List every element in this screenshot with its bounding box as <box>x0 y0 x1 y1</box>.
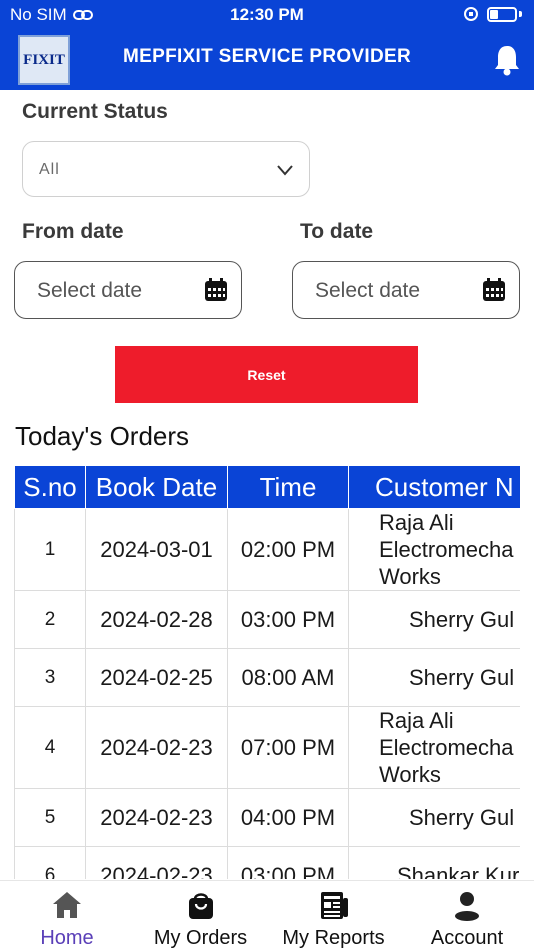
to-date-label: To date <box>300 220 374 243</box>
nav-account-label: Account <box>430 927 504 949</box>
shopping-bag-icon <box>188 893 213 919</box>
clock: 12:30 PM <box>230 5 304 24</box>
to-date-placeholder: Select date <box>315 279 421 302</box>
cell-customer: Sherry Gul <box>348 788 520 847</box>
nav-account[interactable]: Account <box>400 881 534 950</box>
cell-time: 07:00 PM <box>227 706 349 789</box>
nav-my-reports[interactable]: My Reports <box>267 881 400 950</box>
nav-my-orders[interactable]: My Orders <box>134 881 267 950</box>
column-header-book-date[interactable]: Book Date <box>85 465 228 509</box>
cell-time: 02:00 PM <box>227 508 349 591</box>
cell-sno: 4 <box>14 706 86 789</box>
calendar-icon <box>483 278 505 301</box>
from-date-label: From date <box>22 220 124 243</box>
cell-date: 2024-02-23 <box>85 788 228 847</box>
from-date-placeholder: Select date <box>37 279 143 302</box>
column-header-customer[interactable]: Customer N <box>348 465 520 509</box>
current-status-label: Current Status <box>22 100 168 123</box>
orders-table: S.no Book Date Time Customer N 1 2024-03… <box>14 465 520 879</box>
table-row[interactable]: 3 2024-02-25 08:00 AM Sherry Gul <box>14 648 520 707</box>
bell-icon[interactable] <box>492 44 522 76</box>
nav-home[interactable]: Home <box>0 881 134 950</box>
cell-customer: Shankar Kur <box>348 846 520 879</box>
cell-date: 2024-02-28 <box>85 590 228 649</box>
column-header-sno[interactable]: S.no <box>14 465 86 509</box>
app-title: MEPFIXIT SERVICE PROVIDER <box>123 46 411 67</box>
cell-sno: 2 <box>14 590 86 649</box>
table-header-row: S.no Book Date Time Customer N <box>14 465 520 509</box>
cell-time: 04:00 PM <box>227 788 349 847</box>
cell-customer: Raja Ali Electromecha Works <box>348 706 520 789</box>
status-dropdown[interactable]: All <box>22 141 310 197</box>
status-bar: No SIM 12:30 PM <box>0 0 534 30</box>
bottom-nav: Home My Orders My Reports Account <box>0 880 534 950</box>
cell-customer: Sherry Gul <box>348 590 520 649</box>
cell-date: 2024-02-25 <box>85 648 228 707</box>
status-dropdown-value: All <box>39 161 60 178</box>
nav-my-reports-label: My Reports <box>282 927 385 949</box>
cell-customer: Raja Ali Electromecha Works <box>348 508 520 591</box>
reset-button[interactable]: Reset <box>115 346 418 403</box>
battery-icon <box>487 6 517 22</box>
nav-home-label: Home <box>40 927 94 949</box>
todays-orders-title: Today's Orders <box>15 421 190 451</box>
calendar-icon <box>205 278 227 301</box>
newspaper-icon <box>320 892 348 919</box>
cell-sno: 5 <box>14 788 86 847</box>
nav-my-orders-label: My Orders <box>153 927 248 949</box>
cell-time: 03:00 PM <box>227 590 349 649</box>
user-icon <box>455 892 479 921</box>
app-header: FIXIT MEPFIXIT SERVICE PROVIDER <box>0 30 534 90</box>
cell-time: 08:00 AM <box>227 648 349 707</box>
status-right <box>463 6 522 22</box>
from-date-field[interactable]: Select date <box>14 261 242 319</box>
chevron-down-icon <box>277 165 293 176</box>
cell-customer-text: Raja Ali Electromecha Works <box>379 708 514 787</box>
orientation-lock-icon <box>464 7 478 21</box>
cell-customer-text: Raja Ali Electromecha Works <box>379 510 514 589</box>
cell-sno: 1 <box>14 508 86 591</box>
table-row[interactable]: 6 2024-02-23 03:00 PM Shankar Kur <box>14 846 520 879</box>
cell-customer: Sherry Gul <box>348 648 520 707</box>
to-date-field[interactable]: Select date <box>292 261 520 319</box>
table-row[interactable]: 2 2024-02-28 03:00 PM Sherry Gul <box>14 590 520 649</box>
cell-sno: 6 <box>14 846 86 879</box>
table-row[interactable]: 4 2024-02-23 07:00 PM Raja Ali Electrome… <box>14 706 520 789</box>
cell-date: 2024-02-23 <box>85 846 228 879</box>
cell-time: 03:00 PM <box>227 846 349 879</box>
cell-date: 2024-02-23 <box>85 706 228 789</box>
table-row[interactable]: 5 2024-02-23 04:00 PM Sherry Gul <box>14 788 520 847</box>
cell-date: 2024-03-01 <box>85 508 228 591</box>
orders-table-container[interactable]: S.no Book Date Time Customer N 1 2024-03… <box>14 465 520 879</box>
table-row[interactable]: 1 2024-03-01 02:00 PM Raja Ali Electrome… <box>14 508 520 591</box>
home-icon <box>53 892 81 918</box>
battery-cap <box>519 11 522 17</box>
cell-sno: 3 <box>14 648 86 707</box>
column-header-time[interactable]: Time <box>227 465 349 509</box>
